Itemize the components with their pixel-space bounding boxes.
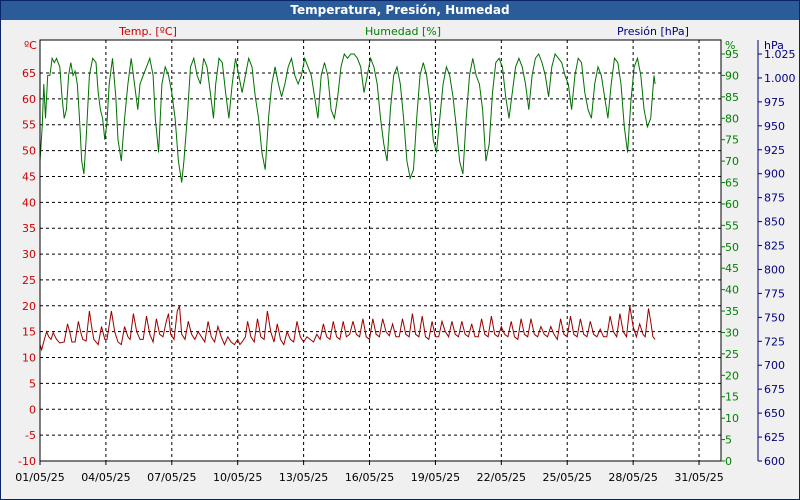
temp-tick-label: 65: [22, 67, 36, 80]
x-tick-label: 07/05/25: [147, 471, 196, 484]
temp-tick-label: -10: [18, 455, 36, 468]
humidity-axis-title: Humedad [%]: [365, 25, 441, 38]
pressure-tick-label: 775: [764, 287, 785, 300]
humidity-tick-label: 10: [725, 412, 739, 425]
chart-svg: -10 -5 0 5 10 15 20 25 30 35 40 45 50 55 60 65 0 5 10 15 20…: [15, 25, 796, 484]
plot-area: [40, 40, 721, 461]
pressure-tick-label: 800: [764, 263, 785, 276]
temp-tick-label: 60: [22, 93, 36, 106]
temp-tick-label: 50: [22, 145, 36, 158]
temp-tick-label: 40: [22, 196, 36, 209]
humidity-tick-label: 45: [725, 262, 739, 275]
pressure-axis-title: Presión [hPa]: [617, 25, 689, 38]
x-tick-label: 10/05/25: [213, 471, 262, 484]
pressure-tick-label: 1.000: [764, 72, 796, 85]
temp-unit-label: ºC: [24, 39, 37, 52]
temp-tick-label: 10: [22, 352, 36, 365]
x-tick-label: 25/05/25: [543, 471, 592, 484]
x-tick-label: 19/05/25: [411, 471, 460, 484]
x-tick-label: 16/05/25: [345, 471, 394, 484]
temp-axis-title: Temp. [ºC]: [118, 25, 177, 38]
humidity-tick-label: 5: [725, 434, 732, 447]
temp-tick-label: 0: [29, 403, 36, 416]
temp-axis: -10 -5 0 5 10 15 20 25 30 35 40 45 50 55 60 65: [18, 67, 36, 468]
pressure-tick-label: 975: [764, 96, 785, 109]
temp-tick-label: 25: [22, 274, 36, 287]
humidity-tick-label: 85: [725, 91, 739, 104]
humidity-tick-label: 40: [725, 284, 739, 297]
pressure-tick-label: 900: [764, 168, 785, 181]
temp-tick-label: 55: [22, 119, 36, 132]
x-tick-label: 13/05/25: [279, 471, 328, 484]
humidity-tick-label: 60: [725, 198, 739, 211]
temp-tick-label: 5: [29, 377, 36, 390]
temp-tick-label: -5: [25, 429, 36, 442]
temp-tick-label: 30: [22, 248, 36, 261]
humidity-tick-label: 50: [725, 241, 739, 254]
humidity-tick-label: 75: [725, 134, 739, 147]
humidity-tick-label: 0: [725, 455, 732, 468]
pressure-tick-label: 675: [764, 383, 785, 396]
temp-tick-label: 20: [22, 300, 36, 313]
temp-tick-label: 15: [22, 326, 36, 339]
humidity-tick-label: 35: [725, 305, 739, 318]
pressure-tick-label: 600: [764, 455, 785, 468]
humidity-axis: 05101520253035404550556065707580859095: [721, 48, 739, 468]
pressure-tick-label: 850: [764, 216, 785, 229]
x-axis: 01/05/25 04/05/25 07/05/25 10/05/25 13/05/25…: [15, 461, 724, 484]
pressure-tick-label: 650: [764, 407, 785, 420]
humidity-tick-label: 30: [725, 326, 739, 339]
pressure-tick-label: 625: [764, 431, 785, 444]
x-tick-label: 22/05/25: [477, 471, 526, 484]
pressure-tick-label: 950: [764, 120, 785, 133]
humidity-tick-label: 20: [725, 369, 739, 382]
x-tick-label: 31/05/25: [674, 471, 723, 484]
humidity-tick-label: 25: [725, 348, 739, 361]
pressure-unit-label: hPa: [764, 39, 784, 52]
humidity-tick-label: 55: [725, 219, 739, 232]
pressure-tick-label: 875: [764, 192, 785, 205]
temp-tick-label: 35: [22, 222, 36, 235]
humidity-tick-label: 80: [725, 112, 739, 125]
humidity-tick-label: 15: [725, 391, 739, 404]
pressure-tick-label: 825: [764, 240, 785, 253]
pressure-tick-label: 725: [764, 335, 785, 348]
humidity-tick-label: 90: [725, 69, 739, 82]
x-tick-label: 28/05/25: [608, 471, 657, 484]
x-tick-label: 04/05/25: [81, 471, 130, 484]
pressure-tick-label: 925: [764, 144, 785, 157]
x-tick-label: 01/05/25: [15, 471, 64, 484]
pressure-tick-label: 750: [764, 311, 785, 324]
pressure-tick-label: 700: [764, 359, 785, 372]
humidity-unit-label: %: [725, 39, 735, 52]
pressure-axis: 600 625 650 675 700 725 750 775 800 825 850 875 900 9…: [757, 40, 796, 468]
humidity-tick-label: 70: [725, 155, 739, 168]
humidity-tick-label: 65: [725, 177, 739, 190]
temp-tick-label: 45: [22, 170, 36, 183]
